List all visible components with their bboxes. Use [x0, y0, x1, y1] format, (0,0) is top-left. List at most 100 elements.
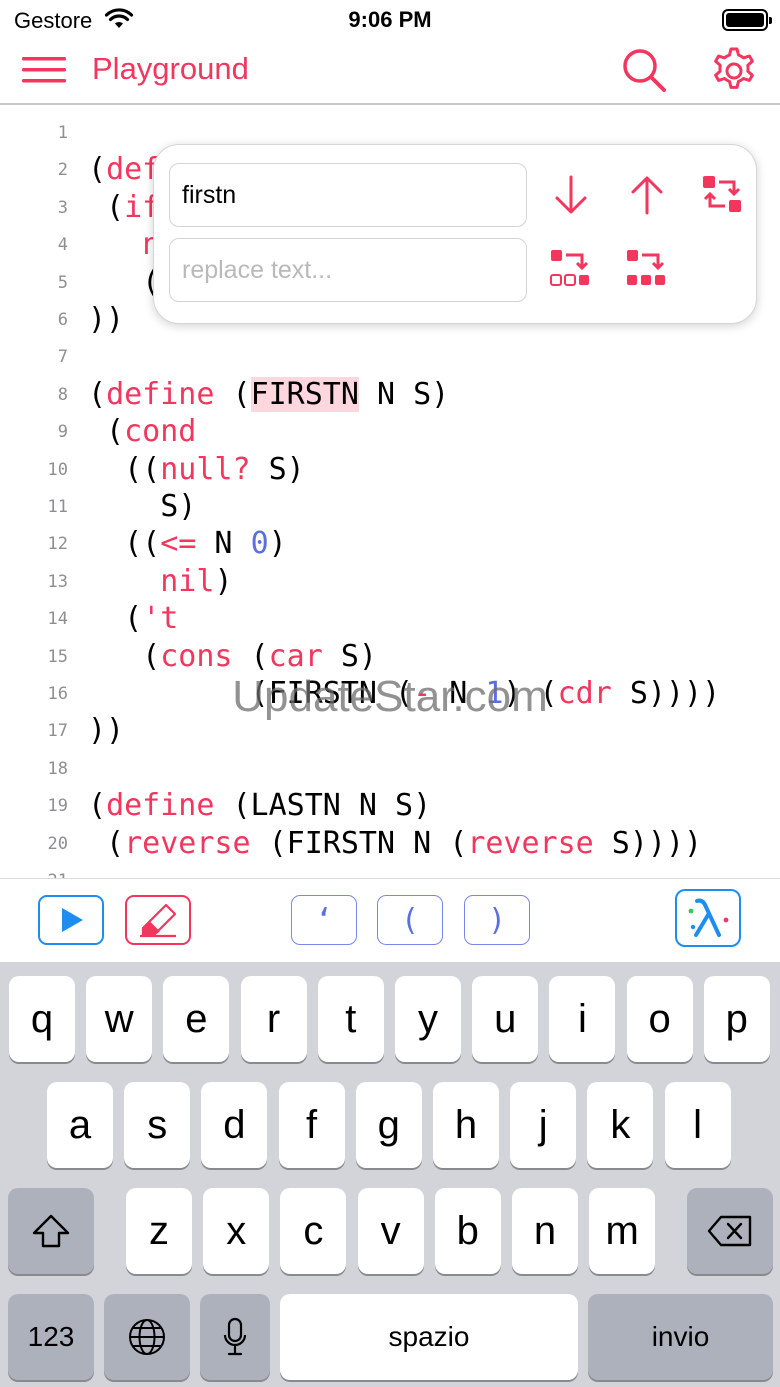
key-q[interactable]: q — [9, 976, 75, 1062]
key-z[interactable]: z — [126, 1188, 192, 1274]
replace-icon[interactable] — [548, 247, 592, 291]
shift-key[interactable] — [8, 1188, 94, 1274]
key-h[interactable]: h — [433, 1082, 499, 1168]
clear-button[interactable] — [125, 895, 191, 945]
code-line[interactable]: 7 — [0, 338, 780, 375]
run-button[interactable] — [38, 895, 104, 945]
line-number: 17 — [47, 721, 68, 742]
line-number: 3 — [57, 197, 68, 218]
arrow-up-icon[interactable] — [625, 173, 669, 217]
code-text: S) — [88, 489, 197, 524]
globe-icon — [129, 1319, 165, 1355]
quote-button[interactable]: ‘ — [291, 895, 357, 945]
globe-key[interactable] — [104, 1294, 190, 1380]
space-key[interactable]: spazio — [280, 1294, 578, 1380]
nav-bar: Playground — [0, 40, 780, 105]
key-c[interactable]: c — [280, 1188, 347, 1274]
code-text: ((null? S) — [88, 451, 305, 487]
line-number: 21 — [0, 871, 68, 878]
key-e[interactable]: e — [163, 976, 230, 1062]
key-x[interactable]: x — [203, 1188, 270, 1274]
key-p[interactable]: p — [703, 976, 770, 1062]
code-line[interactable]: 13 nil) — [0, 563, 780, 600]
line-number: 1 — [57, 123, 68, 143]
key-g[interactable]: g — [355, 1082, 422, 1168]
find-replace-panel: firstn replace text... — [153, 144, 757, 324]
key-n[interactable]: n — [512, 1188, 578, 1274]
code-line[interactable]: 20 (reverse (FIRSTN N (reverse S)))) — [0, 825, 780, 862]
line-number: 5 — [57, 272, 68, 293]
code-line[interactable]: 16 (FIRSTN (- N 1) (cdr S)))) — [0, 675, 780, 712]
key-l[interactable]: l — [664, 1082, 731, 1168]
play-icon — [62, 908, 83, 932]
code-line[interactable]: 18 — [0, 750, 780, 787]
gear-icon[interactable] — [708, 45, 760, 97]
code-text: nil) — [160, 563, 233, 599]
key-w[interactable]: w — [86, 976, 153, 1062]
code-line[interactable]: 17)) — [0, 712, 780, 749]
key-j[interactable]: j — [510, 1082, 577, 1168]
key-k[interactable]: k — [587, 1082, 654, 1168]
clock: 9:06 PM — [348, 7, 432, 32]
key-m[interactable]: m — [589, 1188, 656, 1274]
line-number: 6 — [57, 310, 68, 330]
code-line[interactable]: 11 S) — [0, 488, 780, 525]
code-line[interactable]: 15 (cons (car S) — [0, 638, 780, 675]
code-line[interactable]: 14 ('t — [0, 600, 780, 637]
key-y[interactable]: y — [395, 976, 461, 1062]
code-text: (reverse (FIRSTN N (reverse S)))) — [88, 825, 703, 861]
hamburger-menu-icon[interactable] — [22, 57, 68, 83]
close-paren-button[interactable]: ) — [464, 895, 530, 945]
code-line[interactable]: 8 (define (FIRSTN N S) — [0, 376, 780, 413]
code-text: ((<= N 0) — [88, 526, 287, 562]
key-u[interactable]: u — [472, 976, 539, 1062]
code-text: ( — [88, 264, 161, 300]
key-d[interactable]: d — [201, 1082, 268, 1168]
line-number: 16 — [47, 684, 68, 704]
backspace-key[interactable] — [687, 1188, 773, 1274]
return-key[interactable]: invio — [588, 1294, 773, 1380]
editor-toolbar: ‘ ( ) — [0, 878, 780, 962]
search-icon[interactable] — [620, 46, 668, 94]
open-paren-button[interactable]: ( — [377, 895, 443, 945]
key-v[interactable]: v — [357, 1188, 424, 1274]
code-text: (cond — [88, 414, 197, 450]
find-input[interactable]: firstn — [169, 163, 527, 227]
line-number: 20 — [47, 833, 68, 854]
code-line[interactable]: 12 ((<= N 0) — [0, 525, 780, 562]
key-s[interactable]: s — [124, 1082, 191, 1168]
line-number: 9 — [57, 422, 68, 443]
replace-input[interactable]: replace text... — [169, 238, 527, 302]
arrow-down-icon[interactable] — [549, 173, 593, 217]
lambda-button[interactable] — [675, 889, 741, 947]
shift-icon — [32, 1214, 70, 1248]
code-text: )) — [88, 713, 125, 749]
code-text: ('t — [88, 601, 179, 637]
code-line[interactable]: 19 (define (LASTN N S) — [0, 787, 780, 824]
microphone-key[interactable] — [200, 1294, 270, 1380]
eraser-icon — [140, 903, 177, 938]
line-number: 10 — [47, 459, 68, 480]
lambda-icon — [688, 898, 729, 937]
line-number: 13 — [47, 571, 68, 592]
code-line[interactable]: 21 — [0, 862, 780, 878]
line-number: 4 — [57, 235, 68, 256]
line-number: 8 — [57, 384, 68, 405]
key-i[interactable]: i — [549, 976, 616, 1062]
code-line[interactable]: 9 (cond — [0, 413, 780, 450]
line-number: 11 — [47, 497, 68, 517]
code-line[interactable]: 10 ((null? S) — [0, 451, 780, 488]
key-a[interactable]: a — [47, 1082, 113, 1168]
key-b[interactable]: b — [434, 1188, 501, 1274]
key-r[interactable]: r — [240, 976, 307, 1062]
swap-replace-icon[interactable] — [700, 173, 744, 217]
microphone-icon — [223, 1317, 247, 1356]
key-f[interactable]: f — [278, 1082, 345, 1168]
key-o[interactable]: o — [626, 976, 693, 1062]
line-number: 12 — [47, 534, 68, 555]
line-number: 2 — [57, 160, 68, 181]
replace-all-icon[interactable] — [624, 247, 668, 291]
numbers-key[interactable]: 123 — [8, 1294, 94, 1380]
code-text: n — [142, 227, 161, 263]
key-t[interactable]: t — [317, 976, 384, 1062]
